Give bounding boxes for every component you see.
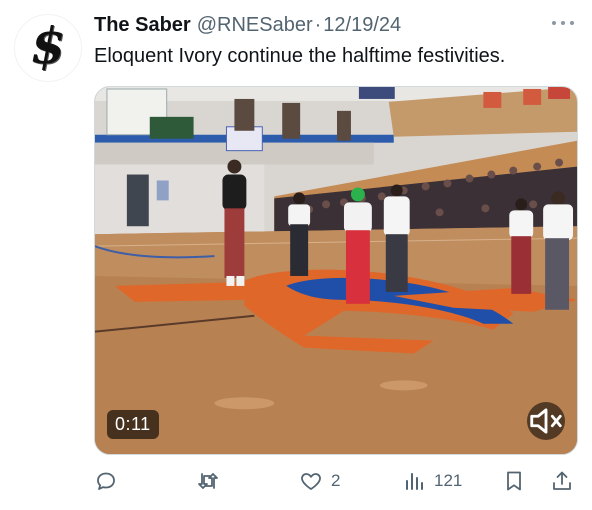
speaker-muted-icon <box>530 408 562 434</box>
post-date[interactable]: 12/19/24 <box>323 14 401 37</box>
tweet-header: The Saber @RNESaber · 12/19/24 <box>94 13 576 37</box>
views-button[interactable]: 121 <box>402 466 462 496</box>
views-count: 121 <box>434 471 463 490</box>
share-button[interactable] <box>550 466 574 496</box>
retweet-button[interactable] <box>196 466 228 496</box>
saber-logo-icon: $ <box>30 16 66 75</box>
avatar[interactable]: $ <box>14 14 82 82</box>
video-frame <box>95 87 577 454</box>
video-duration: 0:11 <box>107 410 159 439</box>
like-count: 2 <box>331 471 341 490</box>
views-chart-icon <box>406 473 423 490</box>
video-player[interactable]: 0:11 <box>94 86 578 455</box>
more-horizontal-icon[interactable] <box>552 19 574 27</box>
tweet-text: Eloquent Ivory continue the halftime fes… <box>94 45 506 67</box>
share-icon <box>553 471 571 490</box>
heart-icon <box>301 473 321 490</box>
reply-button[interactable] <box>94 466 126 496</box>
like-button[interactable]: 2 <box>299 466 340 496</box>
retweet-icon <box>198 473 218 489</box>
author-handle[interactable]: @RNESaber <box>197 14 313 37</box>
author-name[interactable]: The Saber <box>94 14 191 37</box>
mute-button[interactable] <box>527 402 565 440</box>
bookmark-button[interactable] <box>502 466 526 496</box>
separator: · <box>314 13 322 36</box>
tweet-actions: 2 121 <box>94 466 578 496</box>
reply-icon <box>97 472 115 490</box>
bookmark-icon <box>507 471 521 491</box>
